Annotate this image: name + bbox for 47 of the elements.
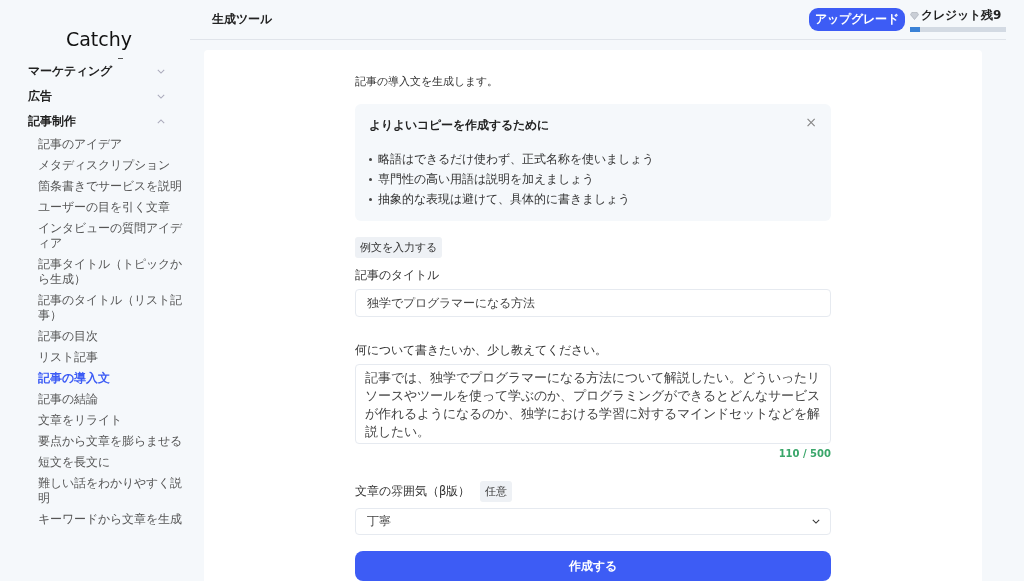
sidebar-item[interactable]: 記事タイトル（トピックから生成）: [38, 254, 184, 290]
sidebar-item[interactable]: 記事の導入文: [38, 368, 184, 389]
select-field[interactable]: 丁寧: [355, 508, 831, 535]
text-area[interactable]: 記事では、独学でプログラマーになる方法について解説したい。どういったリソースやツールを使って学ぶのか、プログラミングができるとどんなサービスが作れるようになるのか、独学における学習に対するマインドセットなどを解説したい。: [355, 364, 831, 444]
field-label: 記事のタイトル: [355, 268, 439, 283]
chevron-down-icon: [812, 519, 820, 524]
chevron-down-icon: [157, 94, 165, 99]
sidebar-item[interactable]: リスト記事: [38, 347, 184, 368]
tips-title: よりよいコピーを作成するために: [369, 118, 549, 133]
bullet-icon: [369, 197, 372, 201]
sidebar-item[interactable]: 記事のアイデア: [38, 134, 184, 155]
sidebar-section[interactable]: 記事制作: [28, 109, 165, 134]
sidebar-item[interactable]: 記事の目次: [38, 326, 184, 347]
field-label: 文章の雰囲気（β版）: [355, 484, 471, 499]
sidebar-item[interactable]: 短文を長文に: [38, 452, 184, 473]
field-label: 何について書きたいか、少し教えてください。: [355, 343, 607, 358]
sidebar-item[interactable]: 文章をリライト: [38, 410, 184, 431]
chevron-up-icon: [157, 119, 165, 124]
character-counter: 110 / 500: [777, 448, 831, 459]
sidebar-item[interactable]: メタディスクリプション: [38, 155, 184, 176]
description-text: 記事の導入文を生成します。: [355, 74, 499, 89]
sidebar-item[interactable]: ユーザーの目を引く文章: [38, 197, 184, 218]
tip-text: 略語はできるだけ使わず、正式名称を使いましょう: [378, 150, 654, 168]
tip-text: 抽象的な表現は避けて、具体的に書きましょう: [378, 190, 630, 208]
tip-text: 専門性の高い用語は説明を加えましょう: [378, 170, 594, 188]
diamond-icon: [910, 11, 919, 20]
submit-button[interactable]: 作成する: [355, 551, 831, 581]
bullet-icon: [369, 177, 372, 181]
sidebar-item[interactable]: インタビューの質問アイディア: [38, 218, 184, 254]
sidebar-section[interactable]: 広告: [28, 84, 165, 109]
sidebar-item[interactable]: 要点から文章を膨らませる: [38, 431, 184, 452]
text-field[interactable]: 独学でプログラマーになる方法: [355, 289, 831, 317]
close-button[interactable]: ×: [805, 116, 817, 128]
bullet-icon: [369, 157, 372, 161]
chevron-down-icon: [157, 69, 165, 74]
page-title: 生成ツール: [212, 11, 272, 28]
upgrade-button[interactable]: アップグレード: [809, 8, 905, 31]
sidebar-item[interactable]: 記事の結論: [38, 389, 184, 410]
credit-count: クレジット残9: [921, 7, 1002, 24]
sidebar-item[interactable]: 難しい話をわかりやすく説明: [38, 473, 184, 509]
sidebar-item[interactable]: 箇条書きでサービスを説明: [38, 176, 184, 197]
sidebar-item[interactable]: 記事のタイトル（リスト記事）: [38, 290, 184, 326]
logo[interactable]: Catchy: [57, 28, 133, 50]
optional-badge: 任意: [480, 481, 513, 502]
sidebar-section[interactable]: マーケティング: [28, 59, 165, 84]
example-button[interactable]: 例文を入力する: [355, 237, 442, 258]
sidebar-item[interactable]: キーワードから文章を生成: [38, 509, 184, 530]
